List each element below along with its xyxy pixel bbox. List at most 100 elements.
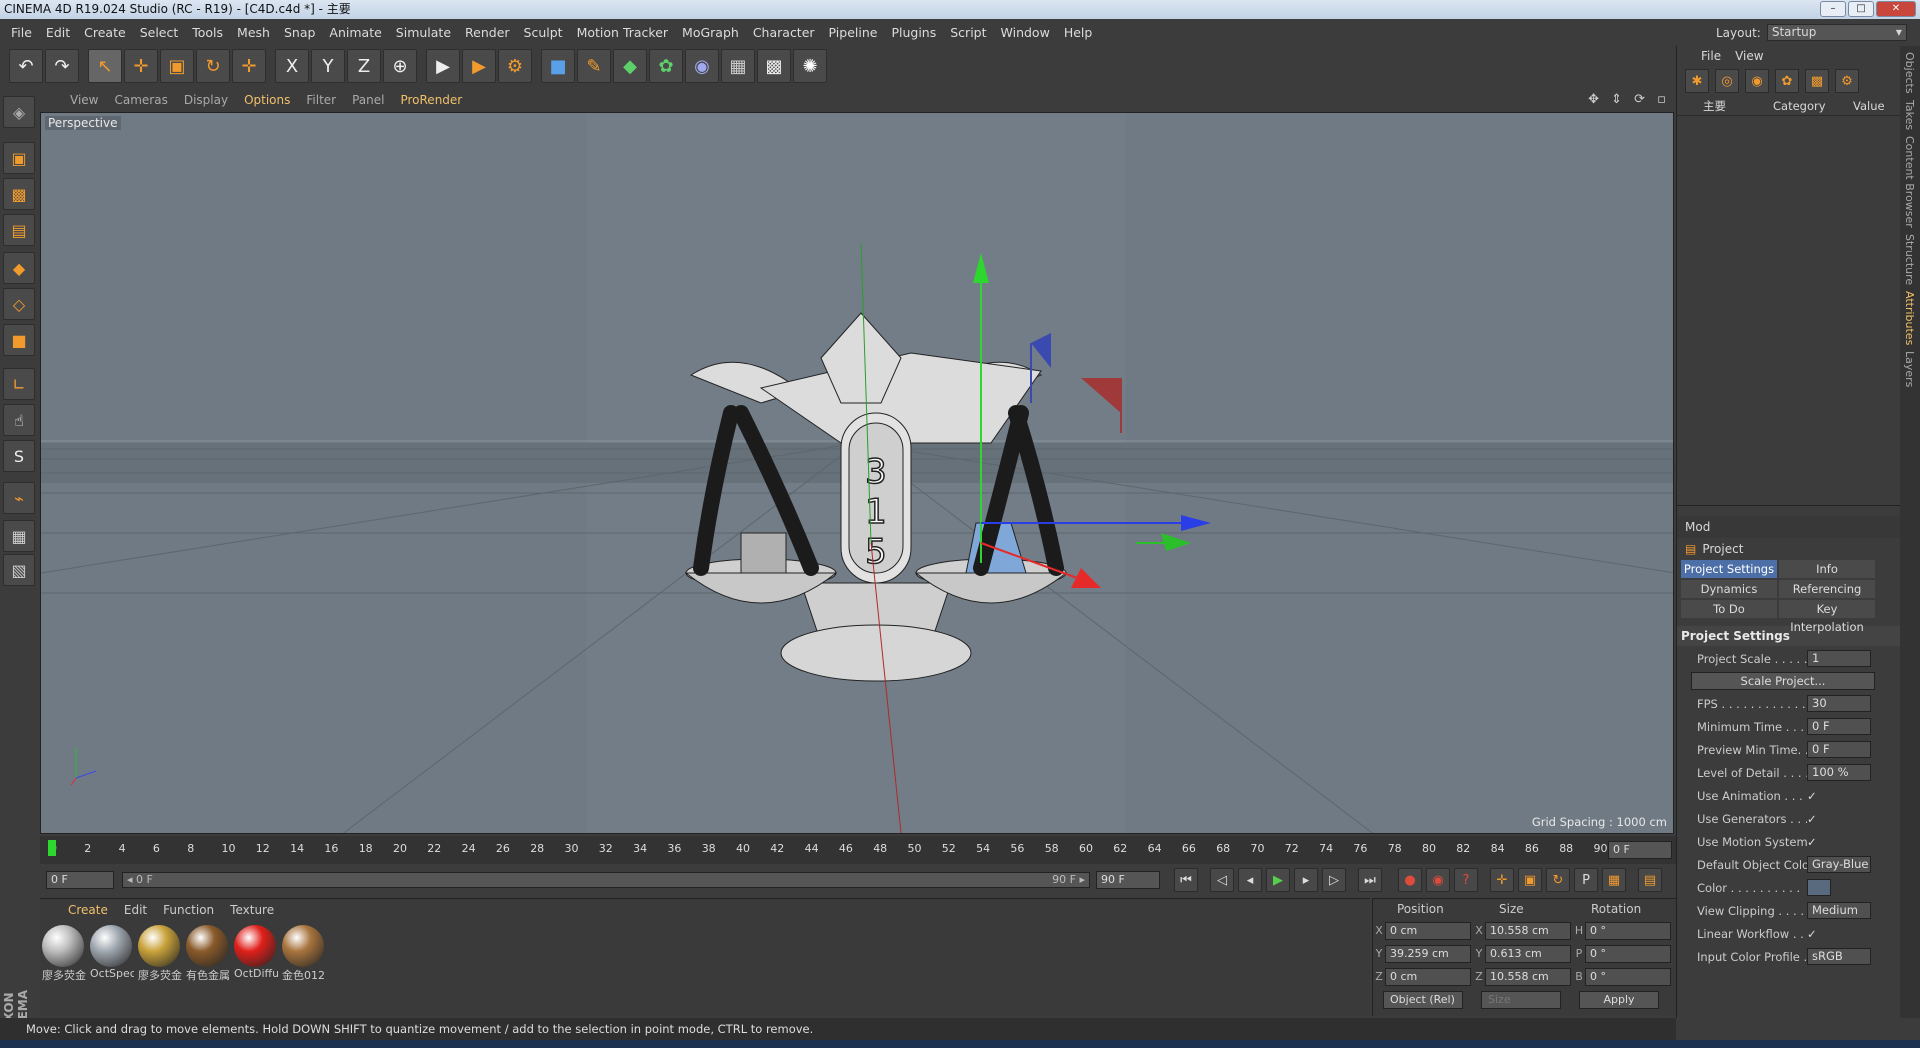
om-tool-icon-4[interactable]: ✿ — [1775, 69, 1799, 93]
viewport-menu-prorender[interactable]: ProRender — [392, 93, 470, 107]
axis-mode-icon[interactable]: ∟ — [3, 368, 35, 400]
floor-icon[interactable]: ▦ — [721, 49, 755, 83]
material-item[interactable]: 金色012 — [282, 925, 326, 983]
polygons-mode-icon[interactable]: ■ — [3, 324, 35, 356]
render-picture-viewer-icon[interactable]: ▶ — [462, 49, 496, 83]
menu-pipeline[interactable]: Pipeline — [822, 25, 885, 40]
deformer-icon[interactable]: ◉ — [685, 49, 719, 83]
size-field[interactable]: 10.558 cm — [1485, 967, 1571, 986]
key-pla-icon[interactable]: ▦ — [1602, 868, 1626, 892]
rotation-field[interactable]: 0 ° — [1585, 921, 1671, 940]
subdivision-surface-icon[interactable]: ◆ — [613, 49, 647, 83]
attribute-value-field[interactable]: 100 % — [1807, 764, 1871, 781]
move-icon[interactable]: ✛ — [124, 49, 158, 83]
position-field[interactable]: 0 cm — [1385, 921, 1471, 940]
end-frame-field[interactable]: 90 F — [1096, 871, 1160, 889]
recent-tool-icon[interactable]: ✛ — [232, 49, 266, 83]
apply-button[interactable]: Apply — [1579, 991, 1659, 1009]
snap-icon[interactable]: ⌁ — [3, 482, 35, 514]
size-field[interactable]: 10.558 cm — [1485, 921, 1571, 940]
texture-mode-icon[interactable]: ▩ — [3, 178, 35, 210]
om-view-menu[interactable]: View — [1735, 49, 1763, 63]
menu-sculpt[interactable]: Sculpt — [517, 25, 570, 40]
planar-workplane-icon[interactable]: ▧ — [3, 554, 35, 586]
tab-info[interactable]: Info — [1779, 560, 1875, 578]
points-mode-icon[interactable]: ◆ — [3, 252, 35, 284]
tab-project-settings[interactable]: Project Settings — [1681, 560, 1777, 578]
live-select-icon[interactable]: ↖ — [88, 49, 122, 83]
viewport-label[interactable]: Perspective — [45, 116, 121, 130]
render-view-icon[interactable]: ▶ — [426, 49, 460, 83]
prev-key-icon[interactable]: ◁ — [1210, 868, 1234, 892]
viewport-menu-options[interactable]: Options — [236, 93, 298, 107]
attribute-checkbox[interactable]: ✓ — [1807, 927, 1821, 941]
key-rotation-icon[interactable]: ↻ — [1546, 868, 1570, 892]
viewport-menu-display[interactable]: Display — [176, 93, 236, 107]
tab-to-do[interactable]: To Do — [1681, 600, 1777, 618]
autokey-icon[interactable]: ◉ — [1426, 868, 1450, 892]
menu-script[interactable]: Script — [943, 25, 993, 40]
next-frame-icon[interactable]: ▸ — [1294, 868, 1318, 892]
timeline-ruler[interactable]: 0246810121416182022242628303234363840424… — [40, 836, 1676, 864]
menu-select[interactable]: Select — [133, 25, 186, 40]
size-mode-dropdown[interactable]: Size — [1481, 991, 1561, 1009]
coordinate-mode-dropdown[interactable]: Object (Rel) — [1383, 991, 1463, 1009]
attr-mode-menu[interactable]: Mod — [1685, 520, 1710, 534]
menu-character[interactable]: Character — [746, 25, 822, 40]
attribute-value-field[interactable]: Medium — [1807, 902, 1871, 919]
start-frame-field[interactable]: 0 F — [46, 871, 114, 889]
tab-referencing[interactable]: Referencing — [1779, 580, 1875, 598]
minimize-button[interactable]: – — [1820, 1, 1846, 17]
key-parameter-icon[interactable]: P — [1574, 868, 1598, 892]
axis-z-button[interactable]: Z — [347, 49, 381, 83]
rotation-field[interactable]: 0 ° — [1585, 967, 1671, 986]
prev-frame-icon[interactable]: ◂ — [1238, 868, 1262, 892]
position-field[interactable]: 39.259 cm — [1385, 944, 1471, 963]
menu-create[interactable]: Create — [77, 25, 133, 40]
material-menu-function[interactable]: Function — [155, 903, 222, 917]
cube-icon[interactable]: ■ — [541, 49, 575, 83]
material-item[interactable]: OctSpec — [90, 925, 134, 983]
side-tab-objects[interactable]: Objects — [1903, 52, 1916, 94]
pen-icon[interactable]: ✎ — [577, 49, 611, 83]
layout-dropdown[interactable]: Startup — [1766, 24, 1907, 41]
tweak-mode-icon[interactable]: ☝ — [3, 404, 35, 436]
om-tool-icon-6[interactable]: ⚙ — [1835, 69, 1859, 93]
edges-mode-icon[interactable]: ◇ — [3, 288, 35, 320]
side-tab-structure[interactable]: Structure — [1903, 234, 1916, 285]
viewport-menu-panel[interactable]: Panel — [344, 93, 392, 107]
om-tool-icon-1[interactable]: ✱ — [1685, 69, 1709, 93]
attribute-checkbox[interactable]: ✓ — [1807, 835, 1821, 849]
size-field[interactable]: 0.613 cm — [1485, 944, 1571, 963]
axis-y-button[interactable]: Y — [311, 49, 345, 83]
viewport-menu-view[interactable]: View — [62, 93, 106, 107]
attribute-value-field[interactable]: 0 F — [1807, 718, 1871, 735]
material-item[interactable]: 廖多荧金 — [42, 925, 86, 983]
key-position-icon[interactable]: ✛ — [1490, 868, 1514, 892]
rotation-field[interactable]: 0 ° — [1585, 944, 1671, 963]
scale-icon[interactable]: ▣ — [160, 49, 194, 83]
playhead[interactable] — [48, 840, 56, 856]
close-button[interactable]: ✕ — [1876, 1, 1916, 17]
timeline-window-icon[interactable]: ▤ — [1638, 868, 1662, 892]
menu-window[interactable]: Window — [994, 25, 1057, 40]
menu-simulate[interactable]: Simulate — [389, 25, 458, 40]
viewport-menu-cameras[interactable]: Cameras — [106, 93, 175, 107]
key-scale-icon[interactable]: ▣ — [1518, 868, 1542, 892]
coordinate-system-icon[interactable]: ⊕ — [383, 49, 417, 83]
menu-plugins[interactable]: Plugins — [884, 25, 943, 40]
om-tool-icon-5[interactable]: ▩ — [1805, 69, 1829, 93]
side-tab-attributes[interactable]: Attributes — [1903, 291, 1916, 345]
material-menu-edit[interactable]: Edit — [116, 903, 155, 917]
material-item[interactable]: 廖多荧金 — [138, 925, 182, 983]
position-field[interactable]: 0 cm — [1385, 967, 1471, 986]
side-tab-takes[interactable]: Takes — [1903, 100, 1916, 130]
maximize-button[interactable]: □ — [1848, 1, 1874, 17]
tab-dynamics[interactable]: Dynamics — [1681, 580, 1777, 598]
take-name[interactable]: 主要 — [1677, 96, 1767, 115]
attribute-value-field[interactable]: Gray-Blue — [1807, 856, 1871, 873]
side-tab-content-browser[interactable]: Content Browser — [1903, 136, 1916, 228]
menu-edit[interactable]: Edit — [39, 25, 77, 40]
attribute-value-field[interactable]: sRGB — [1807, 948, 1871, 965]
scale-project-button[interactable]: Scale Project... — [1691, 672, 1875, 690]
